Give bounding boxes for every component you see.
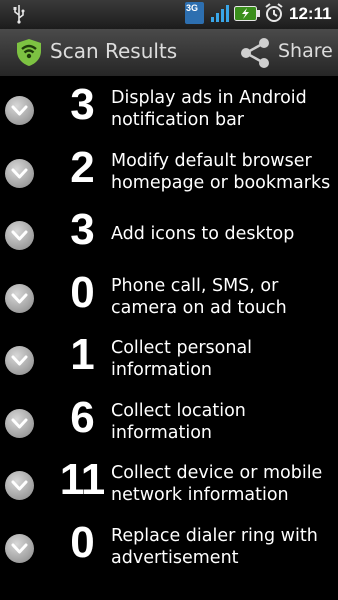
result-row-dialer-ring[interactable]: 0 Replace dialer ring with advertisement: [0, 515, 338, 578]
result-count: 3: [70, 80, 94, 129]
result-description: Modify default browser homepage or bookm…: [111, 150, 331, 193]
expand-chevron-icon[interactable]: [5, 471, 34, 500]
result-row-location-info[interactable]: 6 Collect location information: [0, 390, 338, 453]
page-title: Scan Results: [50, 39, 178, 63]
result-row-device-info[interactable]: 11 Collect device or mobile network info…: [0, 452, 338, 515]
share-label: Share: [278, 40, 333, 62]
alarm-icon: [264, 3, 284, 27]
result-count: 0: [70, 517, 94, 567]
expand-chevron-icon[interactable]: [5, 346, 34, 375]
result-count: 1: [70, 330, 94, 379]
status-bar: 3G 12:11: [0, 0, 338, 29]
result-count: 3: [70, 205, 94, 254]
result-row-phone-call[interactable]: 0 Phone call, SMS, or camera on ad touch: [0, 265, 338, 328]
3g-icon: 3G: [185, 2, 204, 24]
battery-charging-icon: [234, 6, 260, 25]
result-count: 11: [59, 455, 106, 504]
result-description: Collect personal information: [111, 338, 253, 380]
result-count: 6: [70, 392, 94, 442]
result-count: 2: [70, 142, 94, 192]
network-label: 3G: [186, 3, 199, 13]
expand-chevron-icon[interactable]: [5, 158, 34, 188]
result-count: 0: [70, 267, 94, 317]
expand-chevron-icon[interactable]: [5, 221, 34, 250]
title-bar: Scan Results Share: [0, 29, 338, 77]
result-row-display-ads[interactable]: 3 Display ads in Android notification ba…: [0, 77, 338, 140]
share-button[interactable]: Share: [232, 29, 338, 76]
result-row-add-icons[interactable]: 3 Add icons to desktop: [0, 202, 338, 265]
scan-results-list: 3 Display ads in Android notification ba…: [0, 77, 338, 577]
status-time: 12:11: [289, 4, 332, 23]
share-icon: [238, 36, 272, 74]
result-description: Display ads in Android notification bar: [111, 88, 307, 130]
result-description: Collect device or mobile network informa…: [111, 463, 323, 505]
expand-chevron-icon[interactable]: [5, 408, 34, 438]
signal-icon: [211, 5, 229, 26]
result-row-personal-info[interactable]: 1 Collect personal information: [0, 327, 338, 390]
result-row-modify-browser[interactable]: 2 Modify default browser homepage or boo…: [0, 140, 338, 203]
result-description: Collect location information: [111, 400, 246, 443]
result-description: Replace dialer ring with advertisement: [111, 525, 318, 568]
result-description: Add icons to desktop: [111, 224, 295, 244]
shield-wifi-logo-icon: [16, 38, 42, 71]
expand-chevron-icon[interactable]: [5, 533, 34, 563]
expand-chevron-icon[interactable]: [5, 283, 34, 313]
usb-icon: [13, 4, 25, 28]
result-description: Phone call, SMS, or camera on ad touch: [111, 275, 287, 318]
expand-chevron-icon[interactable]: [5, 96, 34, 125]
